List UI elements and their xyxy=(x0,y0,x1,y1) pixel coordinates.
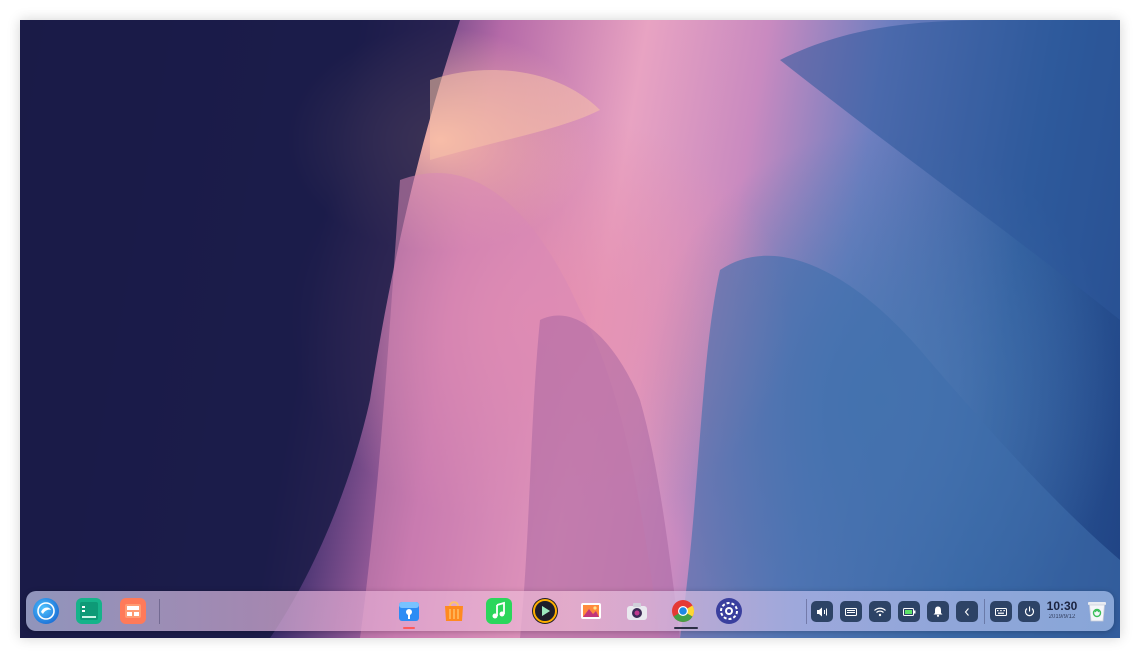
dock-trash[interactable] xyxy=(1084,598,1110,624)
gear-icon xyxy=(720,602,738,620)
dock-app-store[interactable] xyxy=(441,598,467,624)
tray-separator xyxy=(984,599,985,624)
clock[interactable]: 10:30 2019/9/12 xyxy=(1045,600,1079,621)
chevron-left-icon xyxy=(964,607,969,616)
show-desktop-icon xyxy=(125,604,141,618)
dock-separator-right xyxy=(806,599,807,624)
tray-volume[interactable] xyxy=(811,601,833,622)
keyboard-icon xyxy=(845,607,857,616)
running-indicator-chrome xyxy=(674,627,698,629)
shopping-bag-icon xyxy=(445,601,463,621)
tray-battery[interactable] xyxy=(898,601,920,622)
tray-wifi[interactable] xyxy=(869,601,891,622)
tray-shutdown[interactable] xyxy=(1018,601,1040,622)
battery-icon xyxy=(902,607,915,616)
show-desktop-button[interactable] xyxy=(120,598,146,624)
desktop-screen: 10:30 2019/9/12 xyxy=(20,20,1120,638)
camera-icon xyxy=(627,603,647,620)
folder-icon xyxy=(399,602,419,621)
power-icon xyxy=(1024,606,1034,617)
multitask-view-button[interactable] xyxy=(76,598,102,624)
music-note-icon xyxy=(492,601,505,619)
tray-onboard-keyboard[interactable] xyxy=(990,601,1012,622)
chrome-icon xyxy=(672,600,694,622)
dock-app-chrome[interactable] xyxy=(670,598,696,624)
tray-notifications[interactable] xyxy=(927,601,949,622)
dock-app-image-viewer[interactable] xyxy=(578,598,604,624)
clock-date: 2019/9/12 xyxy=(1048,614,1076,620)
desktop-wallpaper xyxy=(20,20,1120,638)
clock-time: 10:30 xyxy=(1046,599,1078,613)
tray-keyboard[interactable] xyxy=(840,601,862,622)
onscreen-keyboard-icon xyxy=(995,607,1007,616)
launcher-button[interactable] xyxy=(33,598,59,624)
play-icon xyxy=(533,599,557,623)
dock-app-file-manager[interactable] xyxy=(396,598,422,624)
dock: 10:30 2019/9/12 xyxy=(26,591,1114,631)
dock-app-control-center[interactable] xyxy=(716,598,742,624)
volume-icon xyxy=(817,607,827,616)
picture-icon xyxy=(581,603,601,619)
running-indicator-file-manager xyxy=(403,627,415,629)
wallpaper-canyon-shapes xyxy=(20,20,1120,638)
tray-expand[interactable] xyxy=(956,601,978,622)
multitask-view-icon xyxy=(80,602,98,620)
dock-separator-left xyxy=(159,599,160,624)
dock-app-music[interactable] xyxy=(486,598,512,624)
dock-app-camera[interactable] xyxy=(624,598,650,624)
wifi-icon xyxy=(874,607,886,616)
dock-app-movie[interactable] xyxy=(532,598,558,624)
deepin-launcher-icon xyxy=(37,602,55,620)
trash-icon xyxy=(1088,602,1106,622)
bell-icon xyxy=(933,606,943,617)
